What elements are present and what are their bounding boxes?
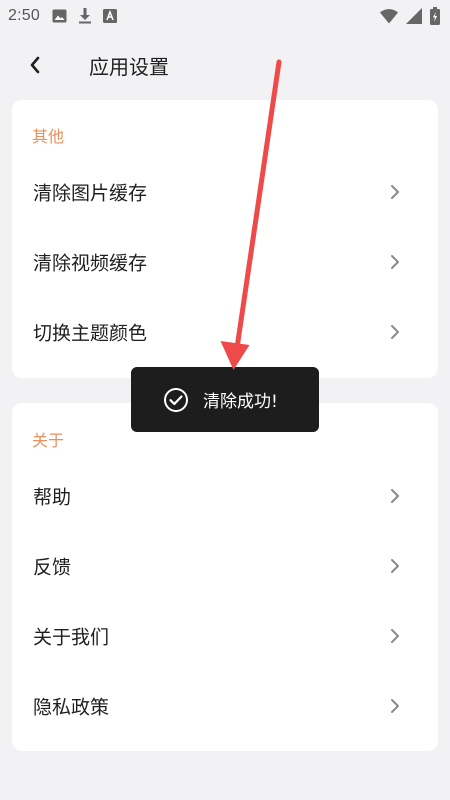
- settings-card-about: 关于 帮助 反馈 关于我们 隐私政策: [12, 403, 438, 751]
- chevron-right-icon: [390, 698, 400, 714]
- list-item-label: 隐私政策: [33, 696, 110, 719]
- switch-theme-color-item[interactable]: 切换主题颜色: [12, 304, 438, 360]
- back-button[interactable]: [20, 52, 50, 82]
- list-item-label: 帮助: [33, 486, 72, 509]
- list-item-label: 清除图片缓存: [33, 182, 148, 205]
- chevron-right-icon: [390, 254, 400, 270]
- privacy-policy-item[interactable]: 隐私政策: [12, 678, 438, 734]
- section-title-about: 关于: [32, 431, 65, 450]
- download-icon: [78, 8, 92, 24]
- a-box-icon: [102, 9, 117, 23]
- image-icon: [52, 9, 67, 23]
- section-title-other: 其他: [32, 127, 65, 146]
- header: 应用设置: [0, 36, 450, 98]
- clear-video-cache-item[interactable]: 清除视频缓存: [12, 234, 438, 290]
- chevron-right-icon: [390, 628, 400, 644]
- feedback-item[interactable]: 反馈: [12, 538, 438, 594]
- list-item-label: 关于我们: [33, 626, 110, 649]
- battery-icon: [430, 7, 440, 25]
- signal-icon: [406, 8, 422, 24]
- status-right-icons: [380, 7, 440, 25]
- toast-message: 清除成功!: [203, 392, 278, 412]
- clear-image-cache-item[interactable]: 清除图片缓存: [12, 164, 438, 220]
- list-item-label: 清除视频缓存: [33, 252, 148, 275]
- status-left-icons: [52, 8, 117, 24]
- status-time: 2:50: [8, 7, 40, 24]
- wifi-icon: [380, 8, 398, 24]
- toast: 清除成功!: [131, 367, 319, 432]
- chevron-right-icon: [390, 488, 400, 504]
- list-item-label: 切换主题颜色: [33, 322, 148, 345]
- chevron-left-icon: [29, 56, 41, 78]
- about-us-item[interactable]: 关于我们: [12, 608, 438, 664]
- status-bar: 2:50: [0, 0, 450, 32]
- settings-card-other: 其他 清除图片缓存 清除视频缓存 切换主题颜色: [12, 100, 438, 378]
- help-item[interactable]: 帮助: [12, 468, 438, 524]
- check-circle-icon: [163, 387, 189, 413]
- chevron-right-icon: [390, 184, 400, 200]
- chevron-right-icon: [390, 558, 400, 574]
- list-item-label: 反馈: [33, 556, 72, 579]
- chevron-right-icon: [390, 324, 400, 340]
- page-title: 应用设置: [89, 55, 169, 79]
